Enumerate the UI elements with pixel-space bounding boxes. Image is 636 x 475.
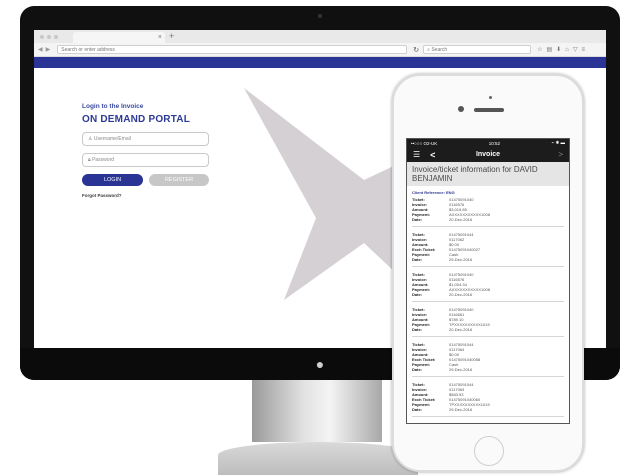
invoice-field-value: 20-Dec-2016: [449, 327, 473, 332]
page-title: ON DEMAND PORTAL: [82, 114, 191, 125]
invoice-block: Ticket: 01475091044 Invoice: 0117063 Amount:…: [412, 380, 564, 417]
invoice-field-value: 20-Dec-2016: [449, 217, 473, 222]
invoice-row: Date: 29-Dec-2016: [412, 367, 564, 372]
invoice-field-value: 20-Dec-2016: [449, 292, 473, 297]
invoice-field-label: Service Fee:: [412, 422, 449, 423]
portal-brand-bar: [34, 57, 606, 68]
invoice-field-value: 29-Dec-2016: [449, 367, 473, 372]
camera-icon: [318, 14, 322, 18]
invoice-block: Ticket: 01475091040 Invoice: 0116576 Amount:…: [412, 270, 564, 302]
window-close-dot[interactable]: [40, 34, 44, 39]
browser-tab[interactable]: ×: [73, 32, 165, 43]
home-button[interactable]: [474, 436, 504, 466]
invoice-block: Service Fee:000000000060: [412, 420, 564, 423]
password-placeholder: Password: [92, 157, 115, 163]
window-minimize-dot[interactable]: [47, 34, 51, 39]
login-button[interactable]: LOGIN: [82, 174, 143, 186]
invoice-blocks: Ticket: 01475091040 Invoice: 0116576 Amount:…: [412, 195, 564, 423]
invoice-block: Ticket: 01475091044 Invoice: 0117062 Amount:…: [412, 230, 564, 267]
invoice-field-label: Date:: [412, 292, 423, 297]
toolbar-icons[interactable]: ☆▤⬇⌂▽≡: [537, 46, 589, 53]
forgot-password-link[interactable]: Forgot Password?: [82, 193, 212, 198]
invoice-row: Date: 29-Dec-2016: [412, 257, 564, 262]
address-bar[interactable]: Search or enter address: [57, 45, 408, 54]
sensor-icon: [489, 96, 492, 99]
battery-icon: ⌁ ✱ ▬: [551, 140, 565, 145]
username-field[interactable]: ♙ Username/Email: [82, 132, 209, 146]
speaker-icon: [474, 108, 504, 112]
monitor-base: [218, 442, 418, 475]
search-input[interactable]: ⌕ Search: [423, 45, 532, 54]
invoice-block: Ticket: 01475091040 Invoice: 0116661 Amount:…: [412, 305, 564, 337]
invoice-list: Client Reference: ENG Ticket: 01475091040…: [407, 186, 569, 423]
search-placeholder: Search: [431, 47, 448, 53]
invoice-row: Service Fee:000000000060: [412, 422, 564, 423]
front-camera-icon: [458, 106, 464, 112]
close-icon[interactable]: ×: [158, 32, 162, 43]
invoice-block: Ticket: 01475091040 Invoice: 0116576 Amount:…: [412, 195, 564, 227]
invoice-field-label: Date:: [412, 367, 423, 372]
clock-label: 10:52: [488, 140, 501, 146]
forward-arrow-icon[interactable]: ▶: [46, 46, 51, 53]
username-placeholder: Username/Email: [93, 136, 131, 142]
login-subtitle: Login to the Invoice: [82, 103, 144, 110]
login-panel: Login to the Invoice ON DEMAND PORTAL ♙ …: [82, 103, 212, 198]
invoice-header: Invoice/ticket information for DAVID BEN…: [407, 162, 569, 186]
back-arrow-icon[interactable]: ◀: [38, 46, 43, 53]
register-button[interactable]: REGISTER: [149, 174, 209, 186]
invoice-block: Ticket: 01475091044 Invoice: 0117064 Amount:…: [412, 340, 564, 377]
phone-nav-bar: ☰ < Invoice >: [407, 147, 569, 162]
window-zoom-dot[interactable]: [54, 34, 58, 39]
status-bar: ••○○○ O2-UK 10:52 ⌁ ✱ ▬: [407, 139, 569, 147]
invoice-row: Date: 20-Dec-2016: [412, 292, 564, 297]
browser-toolbar: ◀ ▶ Search or enter address ↻ ⌕ Search ☆…: [34, 43, 606, 57]
carrier-label: ••○○○ O2-UK: [411, 140, 438, 146]
apple-logo-icon: ●: [315, 356, 325, 372]
invoice-field-label: Date:: [412, 217, 423, 222]
forward-chevron-icon[interactable]: >: [558, 150, 563, 159]
iphone: ••○○○ O2-UK 10:52 ⌁ ✱ ▬ ☰ < Invoice > In…: [392, 74, 584, 472]
button-row: LOGIN REGISTER: [82, 174, 212, 186]
invoice-row: Date: 20-Dec-2016: [412, 327, 564, 332]
invoice-field-label: Date:: [412, 327, 423, 332]
browser-tab-bar: × +: [34, 30, 606, 43]
password-field[interactable]: 🔒︎ Password: [82, 153, 209, 167]
invoice-field-value: 29-Dec-2016: [449, 257, 473, 262]
monitor-stand: [252, 380, 382, 442]
invoice-row: Date: 20-Dec-2016: [412, 217, 564, 222]
invoice-field-value: 000000000060: [449, 422, 476, 423]
invoice-field-value: 29-Dec-2016: [449, 407, 473, 412]
reload-icon[interactable]: ↻: [413, 46, 419, 54]
nav-title: Invoice: [475, 151, 501, 158]
new-tab-icon[interactable]: +: [169, 30, 174, 43]
invoice-field-label: Date:: [412, 407, 423, 412]
invoice-field-label: Date:: [412, 257, 423, 262]
phone-screen: ••○○○ O2-UK 10:52 ⌁ ✱ ▬ ☰ < Invoice > In…: [406, 138, 570, 424]
invoice-row: Date: 29-Dec-2016: [412, 407, 564, 412]
